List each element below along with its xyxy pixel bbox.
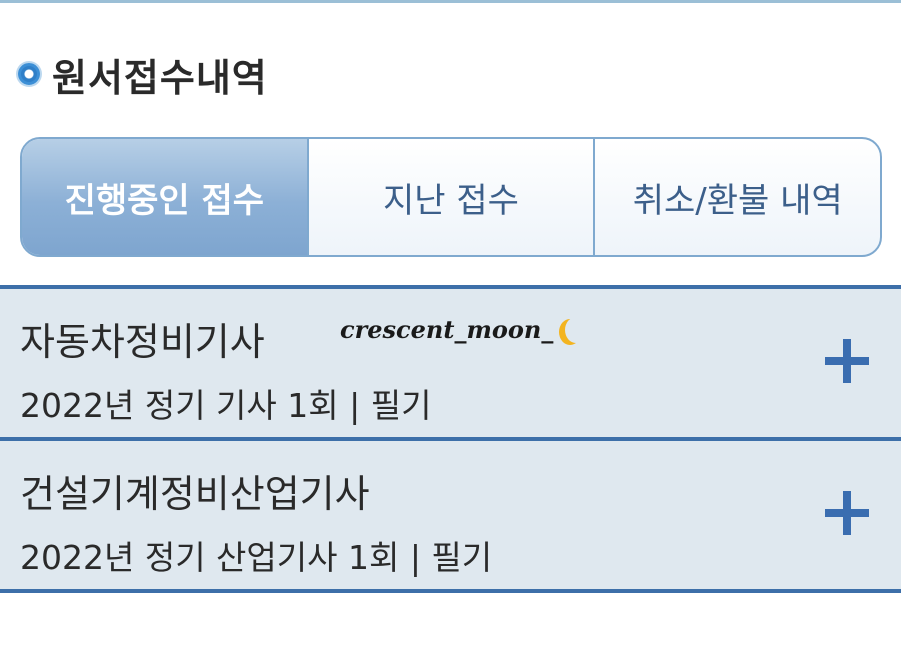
item-subtitle: 2022년 정기 기사 1회 | 필기 bbox=[20, 386, 432, 425]
tab-bar: 진행중인 접수 지난 접수 취소/환불 내역 bbox=[20, 137, 882, 257]
watermark-text: crescent_moon_ bbox=[340, 315, 554, 344]
watermark: crescent_moon_ bbox=[340, 315, 579, 344]
item-title: 건설기계정비산업기사 bbox=[20, 472, 370, 516]
item-subtitle: 2022년 정기 산업기사 1회 | 필기 bbox=[20, 538, 493, 577]
list-item[interactable]: 건설기계정비산업기사 2022년 정기 산업기사 1회 | 필기 bbox=[0, 437, 901, 593]
list-item[interactable]: 자동차정비기사 crescent_moon_ 2022년 정기 기사 1회 | … bbox=[0, 285, 901, 437]
plus-icon[interactable] bbox=[825, 339, 869, 383]
circle-bullet-icon bbox=[18, 63, 40, 85]
plus-icon[interactable] bbox=[825, 491, 869, 535]
tab-past[interactable]: 지난 접수 bbox=[306, 139, 594, 255]
item-title: 자동차정비기사 bbox=[20, 320, 265, 364]
tab-in-progress[interactable]: 진행중인 접수 bbox=[22, 139, 307, 255]
section-header: 원서접수내역 bbox=[18, 48, 268, 100]
crescent-moon-icon bbox=[565, 317, 587, 343]
page-title: 원서접수내역 bbox=[52, 55, 268, 100]
top-divider bbox=[0, 0, 901, 3]
tab-cancel-refund[interactable]: 취소/환불 내역 bbox=[593, 139, 880, 255]
application-list: 자동차정비기사 crescent_moon_ 2022년 정기 기사 1회 | … bbox=[0, 285, 901, 593]
